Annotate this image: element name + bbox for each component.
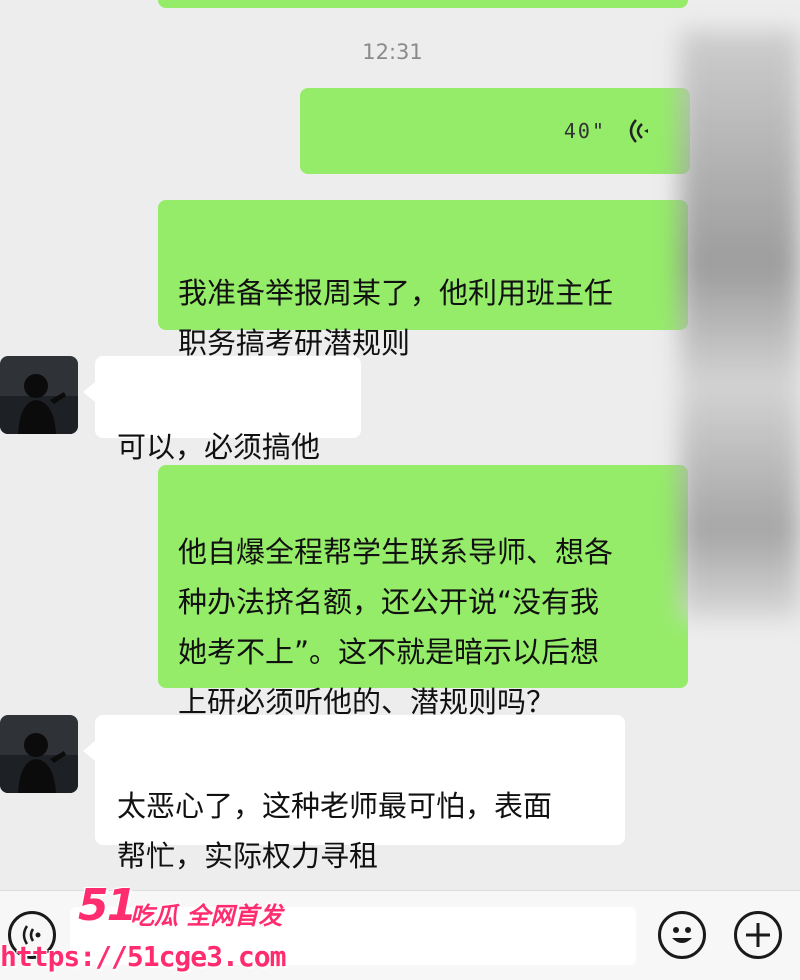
- message-text: 太恶心了，这种老师最可怕，表面 帮忙，实际权力寻租: [117, 789, 553, 873]
- emoji-icon: [672, 927, 692, 943]
- message-timestamp: 12:31: [362, 40, 423, 64]
- watermark-slogan: 吃瓜 全网首发: [130, 902, 283, 930]
- voice-duration: 40": [563, 119, 606, 143]
- watermark-url: https://51cge3.com: [0, 940, 286, 973]
- emoji-button[interactable]: [658, 911, 706, 959]
- contact-avatar[interactable]: [0, 715, 78, 793]
- message-text: 我准备举报周某了，他利用班主任 职务搞考研潜规则: [178, 276, 614, 360]
- watermark-logo: 51: [78, 880, 137, 931]
- plus-icon: [746, 923, 770, 947]
- voice-message-bubble[interactable]: 40": [300, 88, 690, 174]
- chat-area[interactable]: 12:31 40" 我准备举报周某了，他利用班主任 职务搞考研潜规则 可以，必须…: [0, 0, 800, 890]
- outgoing-message-bubble[interactable]: 我准备举报周某了，他利用班主任 职务搞考研潜规则: [158, 200, 688, 360]
- outgoing-message-bubble[interactable]: 他自爆全程帮学生联系导师、想各 种办法挤名额，还公开说“没有我 她考不上”。这不…: [158, 465, 688, 719]
- incoming-message-bubble[interactable]: 太恶心了，这种老师最可怕，表面 帮忙，实际权力寻租: [83, 715, 625, 873]
- add-button[interactable]: [734, 911, 782, 959]
- contact-avatar[interactable]: [0, 356, 78, 434]
- incoming-message-bubble[interactable]: 可以，必须搞他: [83, 356, 361, 464]
- message-text: 他自爆全程帮学生联系导师、想各 种办法挤名额，还公开说“没有我 她考不上”。这不…: [178, 535, 614, 719]
- message-text: 可以，必须搞他: [117, 430, 321, 464]
- privacy-blur: [680, 30, 800, 620]
- previous-message-bubble[interactable]: [158, 0, 688, 8]
- voice-wave-icon: [629, 119, 648, 143]
